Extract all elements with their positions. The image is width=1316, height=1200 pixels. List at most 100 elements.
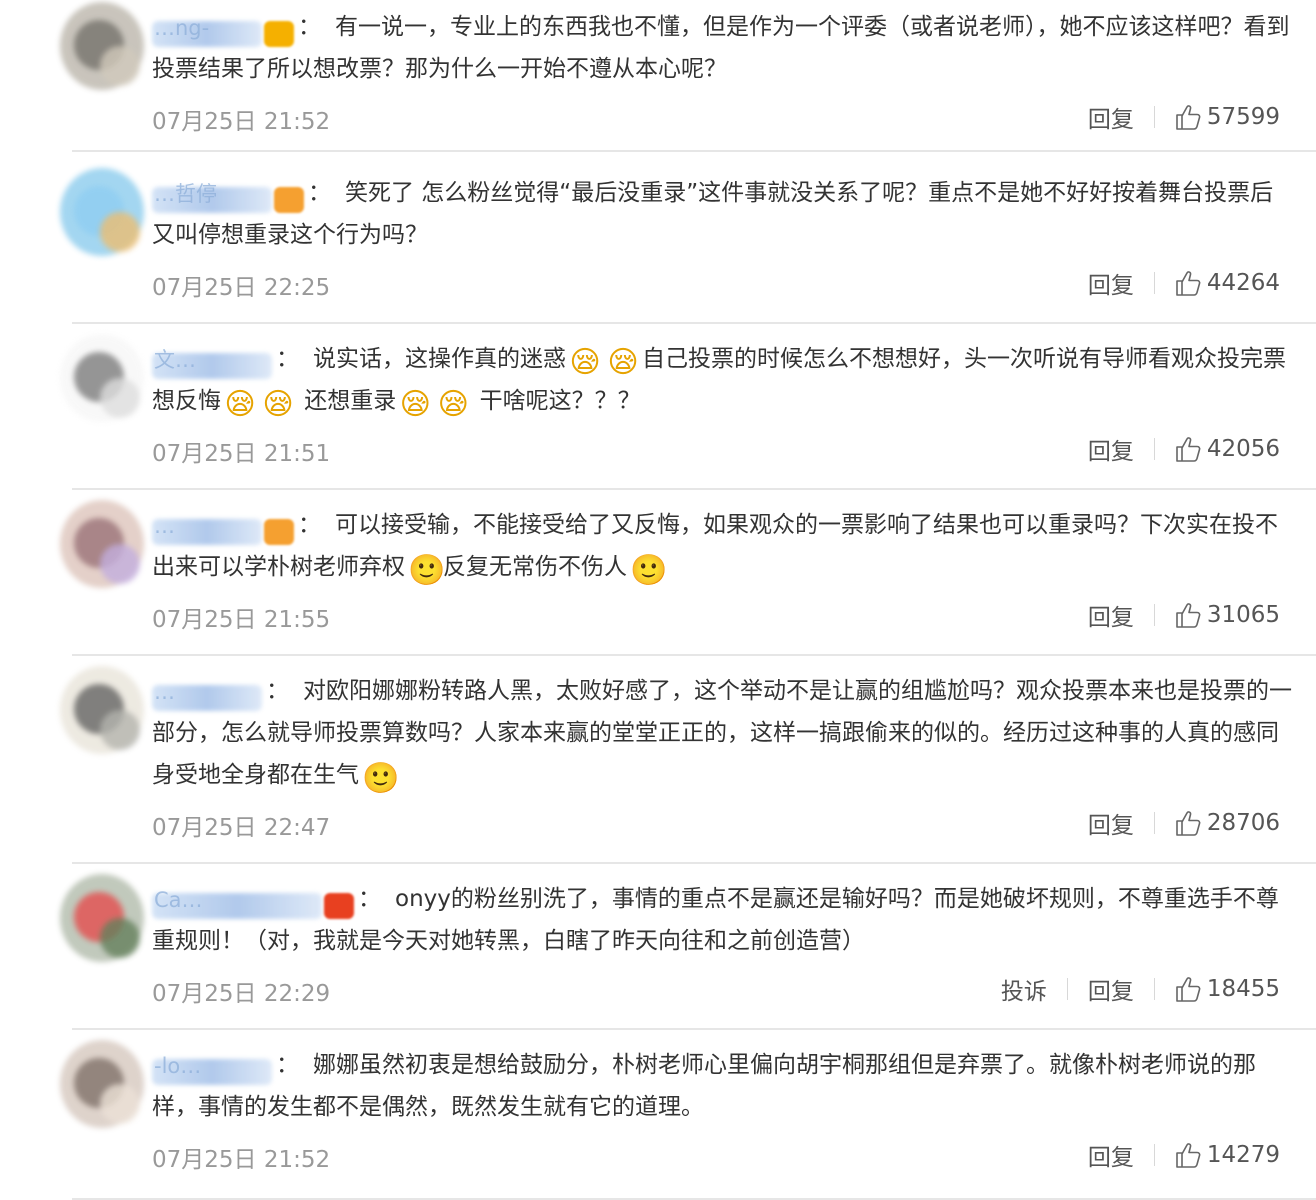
avatar[interactable] [60,666,144,754]
comment-item: …哲停：笑死了 怎么粉丝觉得“最后没重录”这件事就没关系了呢？重点不是她不好好按… [0,158,1316,324]
like-button[interactable]: 57599 [1175,103,1280,131]
username-link[interactable]: 文… [152,345,272,379]
username-text: …哲停 [154,181,217,206]
thumbs-up-icon [1176,437,1201,462]
comment-item: -lo… ：娜娜虽然初衷是想给鼓励分，朴树老师心里偏向胡宇桐那组但是弃票了。就像朴… [0,1030,1316,1200]
comment-text: 反复无常伤不伤人 [443,554,627,580]
username-text: 文… [154,347,196,372]
username-text: Ca… [154,887,203,912]
comment-item: … ：对欧阳娜娜粉转路人黑，太败好感了，这个举动不是让赢的组尴尬吗？观众投票本来也… [0,656,1316,864]
comment-text: 干啥呢这？？？ [472,388,641,414]
like-count: 44264 [1206,270,1280,296]
avatar[interactable] [60,334,144,422]
like-count: 28706 [1206,810,1280,836]
comment-body: …ng- ：有一说一，专业上的东西我也不懂，但是作为一个评委（或者说老师），她不应… [152,6,1296,90]
thumbs-up-icon [1176,811,1201,836]
avatar[interactable] [60,2,144,90]
comment-body: … ：对欧阳娜娜粉转路人黑，太败好感了，这个举动不是让赢的组尴尬吗？观众投票本来也… [152,670,1296,796]
smile-emoji-icon: 🙂 [630,553,668,588]
username-colon: ： [358,886,381,912]
reply-button[interactable]: 回复 [1088,972,1134,1006]
reply-button[interactable]: 回复 [1088,1138,1134,1172]
sleepy-emoji-icon: 😪 [569,345,601,380]
username-colon: ： [276,346,299,372]
user-badge-icon [264,519,294,545]
comment-body: Ca…： onyy的粉丝别洗了，事情的重点不是赢还是输好吗？而是她破坏规则，不尊重… [152,878,1296,962]
like-button[interactable]: 42056 [1175,435,1280,463]
reply-button[interactable]: 回复 [1088,100,1134,134]
username-colon: ： [266,678,289,704]
comment-text: 对欧阳娜娜粉转路人黑，太败好感了，这个举动不是让赢的组尴尬吗？观众投票本来也是投… [152,678,1292,788]
comment-item: 文…：说实话，这操作真的迷惑 😪 😪 自己投票的时候怎么不想想好，头一次听说有导师看观… [0,324,1316,490]
comment-actions: 回复 14279 [1088,1138,1280,1172]
comment-divider [72,150,1316,152]
avatar[interactable] [60,874,144,962]
thumbs-up-icon [1176,603,1201,628]
comment-item: Ca…： onyy的粉丝别洗了，事情的重点不是赢还是输好吗？而是她破坏规则，不尊重… [0,864,1316,1030]
comment-body: …哲停：笑死了 怎么粉丝觉得“最后没重录”这件事就没关系了呢？重点不是她不好好按… [152,172,1296,256]
comment-body: …：可以接受输，不能接受给了又反悔，如果观众的一票影响了结果也可以重录吗？下次实… [152,504,1296,588]
smile-emoji-icon: 🙂 [362,761,400,796]
username-link[interactable]: …ng- [152,13,294,47]
like-button[interactable]: 44264 [1175,269,1280,297]
like-button[interactable]: 31065 [1175,601,1280,629]
reply-button[interactable]: 回复 [1088,432,1134,466]
action-separator [1153,438,1155,460]
user-badge-icon [274,187,304,213]
comment-item: …ng- ：有一说一，专业上的东西我也不懂，但是作为一个评委（或者说老师），她不应… [0,0,1316,152]
comment-text: 还想重录 [297,388,397,414]
reply-button[interactable]: 回复 [1088,598,1134,632]
sleepy-emoji-icon: 😪 [262,387,294,422]
username-text: -lo… [154,1053,202,1078]
like-button[interactable]: 14279 [1175,1141,1280,1169]
action-separator [1153,978,1155,1000]
comment-text: 有一说一，专业上的东西我也不懂，但是作为一个评委（或者说老师），她不应该这样吧？… [152,14,1290,82]
comment-timestamp: 07月25日 21:51 [152,441,331,467]
report-button[interactable]: 投诉 [1001,972,1047,1006]
comment-body: 文…：说实话，这操作真的迷惑 😪 😪 自己投票的时候怎么不想想好，头一次听说有导师看观… [152,338,1296,422]
comment-actions: 回复 57599 [1088,100,1280,134]
comment-actions: 回复 44264 [1088,266,1280,300]
like-button[interactable]: 18455 [1175,975,1280,1003]
comment-body: -lo… ：娜娜虽然初衷是想给鼓励分，朴树老师心里偏向胡宇桐那组但是弃票了。就像朴… [152,1044,1296,1128]
like-count: 31065 [1206,602,1280,628]
username-text: … [154,513,175,538]
sleepy-emoji-icon: 😪 [224,387,256,422]
action-separator [1153,272,1155,294]
smile-emoji-icon: 🙂 [408,553,446,588]
username-link[interactable]: … [152,677,262,711]
action-separator [1066,978,1068,1000]
avatar[interactable] [60,1040,144,1128]
avatar[interactable] [60,500,144,588]
comment-timestamp: 07月25日 21:52 [152,1147,331,1173]
comment-text: 娜娜虽然初衷是想给鼓励分，朴树老师心里偏向胡宇桐那组但是弃票了。就像朴树老师说的… [152,1052,1256,1120]
sleepy-emoji-icon: 😪 [399,387,431,422]
username-link[interactable]: …哲停 [152,179,304,213]
comment-actions: 投诉 回复 18455 [1001,972,1280,1006]
comment-timestamp: 07月25日 22:25 [152,275,331,301]
reply-button[interactable]: 回复 [1088,806,1134,840]
crown-badge-icon [264,21,294,47]
thumbs-up-icon [1176,105,1201,130]
like-count: 42056 [1206,436,1280,462]
thumbs-up-icon [1176,1143,1201,1168]
action-separator [1153,604,1155,626]
avatar[interactable] [60,168,144,256]
action-separator [1153,106,1155,128]
reply-button[interactable]: 回复 [1088,266,1134,300]
username-colon: ： [308,180,331,206]
comment-list: …ng- ： 有一说一，专业上的东西我也不懂，但是作为一个评委（或者说老师），她不应… [0,0,1316,1200]
like-count: 57599 [1206,104,1280,130]
comment-actions: 回复 31065 [1088,598,1280,632]
username-link[interactable]: … [152,511,294,545]
comment-text: 说实话，这操作真的迷惑 [313,346,566,372]
comment-timestamp: 07月25日 21:55 [152,607,331,633]
username-link[interactable]: -lo… [152,1051,272,1085]
comment-timestamp: 07月25日 22:29 [152,981,331,1007]
username-link[interactable]: Ca… [152,885,354,919]
like-button[interactable]: 28706 [1175,809,1280,837]
comment-actions: 回复 42056 [1088,432,1280,466]
comment-item: …：可以接受输，不能接受给了又反悔，如果观众的一票影响了结果也可以重录吗？下次实… [0,490,1316,656]
user-badge-icon [324,893,354,919]
action-separator [1153,812,1155,834]
